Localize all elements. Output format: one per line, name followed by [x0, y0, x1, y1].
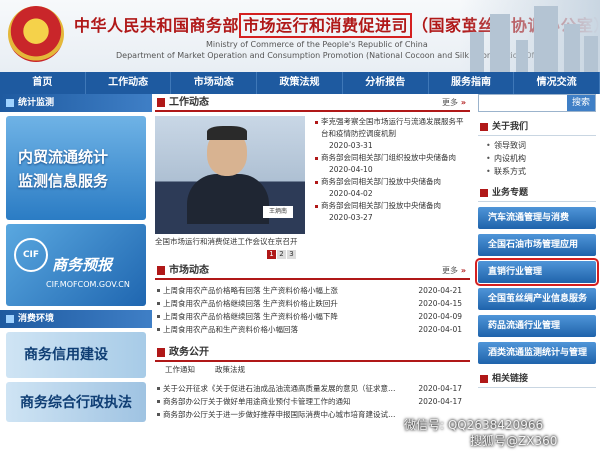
site-title-department: 市场运行和消费促进司 — [239, 13, 413, 38]
skyline-decoration — [460, 0, 600, 72]
gov-affairs-tabs: 工作通知 政策法规 — [155, 364, 470, 378]
pager-2[interactable]: 2 — [277, 250, 286, 259]
banner-commerce-forecast[interactable]: CIF 商务预报 CIF.MOFCOM.GOV.CN — [6, 224, 146, 306]
watermark-sohu: 搜狐号@ZX360 — [470, 434, 558, 448]
related-links-title: 相关链接 — [478, 370, 596, 388]
list-item[interactable]: 商务部会同相关部门投放中央储备肉 2020-03-27 — [313, 200, 470, 224]
work-news-header: 工作动态 更多 » — [155, 94, 470, 112]
nav-home[interactable]: 首页 — [0, 72, 86, 94]
banner-stats-service[interactable]: 内贸流通统计 监测信息服务 — [6, 116, 146, 220]
gov-affairs-header: 政务公开 — [155, 344, 470, 362]
gov-affairs-title: 政务公开 — [155, 344, 209, 362]
nav-reports[interactable]: 分析报告 — [343, 72, 429, 94]
topic-oil-market[interactable]: 全国石油市场管理应用 — [478, 234, 596, 256]
middle-column: 工作动态 更多 » 王炳南 全国市场运行和消费促进工作会议在京召开 123 李克… — [155, 94, 470, 456]
work-news-more-link[interactable]: 更多 » — [442, 97, 466, 108]
market-news-more-link[interactable]: 更多 » — [442, 265, 466, 276]
pager-1[interactable]: 1 — [267, 250, 276, 259]
banner-forecast-url: CIF.MOFCOM.GOV.CN — [46, 280, 130, 289]
nav-market-news[interactable]: 市场动态 — [171, 72, 258, 94]
topic-auto-circulation[interactable]: 汽车流通管理与消费 — [478, 207, 596, 229]
english-title-line1: Ministry of Commerce of the People's Rep… — [206, 40, 428, 49]
about-item-leader-speech[interactable]: 领导致词 — [486, 139, 596, 152]
market-news-header: 市场动态 更多 » — [155, 262, 470, 280]
nav-service-guide[interactable]: 服务指南 — [429, 72, 515, 94]
list-item[interactable]: 商务部会同相关部门组织投放中央储备肉 2020-04-10 — [313, 152, 470, 176]
gov-affairs-box: 政务公开 工作通知 政策法规 关于公开征求《关于促进石油成品油流通高质量发展的意… — [155, 344, 470, 421]
list-item[interactable]: 上周食用农产品价格继续回落 生产资料价格止跌回升 2020-04-15 — [155, 297, 470, 310]
site-title-ministry: 中华人民共和国商务部 — [74, 16, 240, 35]
nav-work-news[interactable]: 工作动态 — [86, 72, 172, 94]
about-us-list: 领导致词 内设机构 联系方式 — [486, 139, 596, 178]
banner-credit-building[interactable]: 商务信用建设 — [6, 332, 146, 378]
market-news-box: 市场动态 更多 » 上周食用农产品价格略有回落 生产资料价格小幅上涨 2020-0… — [155, 262, 470, 336]
section-consumer-environment: 消费环境 — [0, 310, 152, 328]
topic-direct-selling[interactable]: 直销行业管理 — [475, 258, 599, 286]
list-item[interactable]: 商务部会同相关部门投放中央储备肉 2020-04-02 — [313, 176, 470, 200]
page: ★ 中华人民共和国商务部市场运行和消费促进司（国家茧丝绸协调办公室） Minis… — [0, 0, 600, 456]
right-column: 搜索 关于我们 领导致词 内设机构 联系方式 业务专题 汽车流通管理与消费 全国… — [472, 94, 600, 456]
banner-law-enforcement[interactable]: 商务综合行政执法 — [6, 382, 146, 422]
about-us-title: 关于我们 — [478, 118, 596, 136]
list-item[interactable]: 上周食用农产品价格继续回落 生产资料价格小幅下降 2020-04-09 — [155, 310, 470, 323]
list-item[interactable]: 商务部办公厅关于做好单用途商业预付卡管理工作的通知 2020-04-17 — [155, 395, 470, 408]
list-item[interactable]: 上周食用农产品和生产资料价格小幅回落 2020-04-01 — [155, 323, 470, 336]
search-button[interactable]: 搜索 — [567, 95, 595, 111]
photo-pager: 123 — [266, 250, 296, 259]
topic-drug-circulation[interactable]: 药品流通行业管理 — [478, 315, 596, 337]
about-item-contact[interactable]: 联系方式 — [486, 165, 596, 178]
watermark-wechat: 微信号: QQ2638420966 — [404, 418, 544, 432]
topic-silk-industry[interactable]: 全国茧丝绸产业信息服务 — [478, 288, 596, 310]
market-news-title: 市场动态 — [155, 262, 209, 280]
national-emblem-icon: ★ — [8, 6, 64, 62]
section-stats-monitoring: 统计监测 — [0, 94, 152, 112]
photo-caption[interactable]: 全国市场运行和消费促进工作会议在京召开 — [155, 236, 305, 250]
banner-forecast-title: 商务预报 — [52, 256, 113, 274]
list-item[interactable]: 李克强考察全国市场运行与流通发展服务平台和疫情防控调度机制 2020-03-31 — [313, 116, 470, 152]
work-news-list: 李克强考察全国市场运行与流通发展服务平台和疫情防控调度机制 2020-03-31 … — [313, 116, 470, 224]
site-header: ★ 中华人民共和国商务部市场运行和消费促进司（国家茧丝绸协调办公室） Minis… — [0, 0, 600, 72]
nav-exchange[interactable]: 情况交流 — [514, 72, 600, 94]
nav-policies[interactable]: 政策法规 — [257, 72, 343, 94]
news-photo[interactable]: 王炳南 — [155, 116, 305, 234]
work-news-area: 王炳南 全国市场运行和消费促进工作会议在京召开 123 李克强考察全国市场运行与… — [155, 112, 470, 259]
main-nav: 首页 工作动态 市场动态 政策法规 分析报告 服务指南 情况交流 — [0, 72, 600, 94]
banner-stats-line2: 监测信息服务 — [18, 172, 109, 190]
tab-work-notices[interactable]: 工作通知 — [165, 364, 195, 375]
photo-name-tag: 王炳南 — [263, 206, 293, 218]
about-item-departments[interactable]: 内设机构 — [486, 152, 596, 165]
banner-credit-label: 商务信用建设 — [24, 347, 108, 363]
cif-logo-icon: CIF — [14, 238, 48, 272]
search-box[interactable]: 搜索 — [478, 94, 596, 112]
work-news-title: 工作动态 — [155, 94, 209, 112]
left-column: 统计监测 内贸流通统计 监测信息服务 CIF 商务预报 CIF.MOFCOM.G… — [0, 94, 152, 456]
tab-policies[interactable]: 政策法规 — [215, 364, 245, 375]
banner-stats-line1: 内贸流通统计 — [18, 148, 109, 166]
market-news-list: 上周食用农产品价格略有回落 生产资料价格小幅上涨 2020-04-21 上周食用农… — [155, 284, 470, 336]
topic-liquor-circulation[interactable]: 酒类流通监测统计与管理 — [478, 342, 596, 364]
pager-3[interactable]: 3 — [287, 250, 296, 259]
banner-law-label: 商务综合行政执法 — [20, 395, 132, 411]
list-item[interactable]: 上周食用农产品价格略有回落 生产资料价格小幅上涨 2020-04-21 — [155, 284, 470, 297]
list-item[interactable]: 关于公开征求《关于促进石油成品油流通高质量发展的意见（征求意… 2020-04-1… — [155, 382, 470, 395]
business-topics-title: 业务专题 — [478, 184, 596, 202]
